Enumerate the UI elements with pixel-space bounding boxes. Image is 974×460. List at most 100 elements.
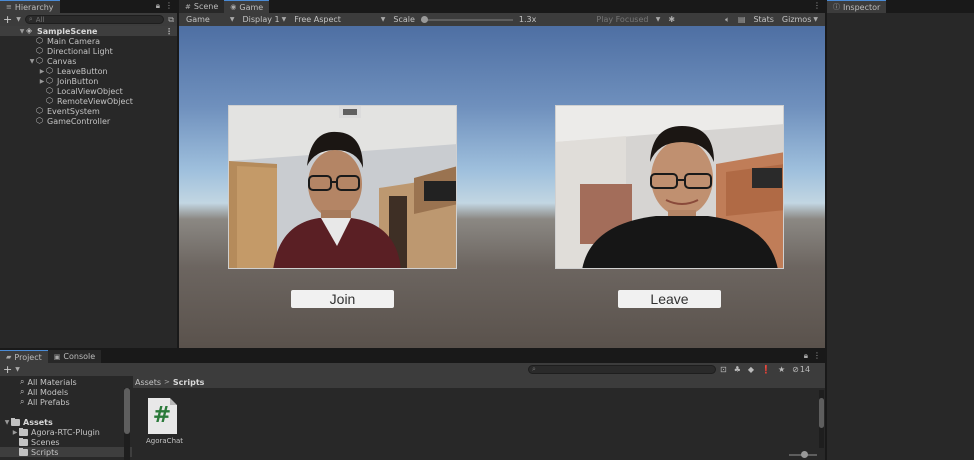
inspector-panel: ⓘ Inspector — [827, 0, 974, 460]
project-search-input[interactable]: ⌕ — [528, 365, 716, 374]
create-asset-button[interactable]: + — [3, 363, 12, 376]
join-button[interactable]: Join — [291, 290, 394, 308]
play-focused-dropdown[interactable]: Play Focused ▼ — [592, 15, 664, 24]
tree-item-label: EventSystem — [47, 106, 100, 116]
scene-menu-icon[interactable]: ⋮ — [165, 27, 173, 36]
gizmos-dropdown[interactable]: Gizmos ▼ — [778, 15, 822, 24]
search-by-type-icon[interactable]: ⊡ — [720, 365, 727, 374]
search-filter-icon[interactable]: ⧉ — [168, 15, 174, 25]
chevron-down-icon: ▼ — [655, 16, 661, 23]
expand-arrow-icon[interactable]: ▼ — [3, 419, 11, 426]
tab-inspector-label: Inspector — [843, 2, 881, 12]
local-video-frame — [229, 106, 456, 268]
tree-item-samplescene[interactable]: ▼ ◈ SampleScene ⋮ — [0, 26, 177, 36]
display-dropdown[interactable]: Display 1 ▼ — [238, 15, 290, 24]
game-render-area[interactable]: Join Leave — [179, 26, 825, 348]
lock-icon[interactable]: 🔒︎ — [804, 351, 808, 361]
asset-browser-scrollbar[interactable] — [819, 390, 824, 448]
tree-item-eventsystem[interactable]: ⬡ EventSystem — [0, 106, 177, 116]
tree-item-main-camera[interactable]: ⬡ Main Camera — [0, 36, 177, 46]
tree-item-label: GameController — [47, 116, 111, 126]
chevron-down-icon[interactable]: ▼ — [15, 366, 20, 373]
stats-button[interactable]: Stats — [749, 15, 777, 24]
lock-icon[interactable]: 🔒︎ — [156, 1, 160, 11]
project-filter-icons: ⊡ ♣ ◆ ❗ ★ ⊘ 14 — [720, 365, 810, 374]
icon-size-slider[interactable] — [789, 451, 817, 458]
gameobject-icon: ⬡ — [36, 46, 43, 55]
favorite-all-materials[interactable]: ⌕ All Materials — [0, 377, 132, 387]
gameobject-icon: ⬡ — [46, 66, 53, 75]
breadcrumb-scripts[interactable]: Scripts — [173, 378, 205, 387]
tab-console[interactable]: ▣ Console — [47, 350, 102, 363]
folder-agora-rtc-plugin[interactable]: ▶ Agora-RTC-Plugin — [0, 427, 132, 437]
folder-assets[interactable]: ▼ Assets — [0, 417, 132, 427]
hidden-packages-icon[interactable]: ⊘ — [792, 365, 799, 374]
tree-item-label: LeaveButton — [57, 66, 108, 76]
game-view-toolbar: Game ▼ Display 1 ▼ Free Aspect ▼ Scale 1… — [179, 13, 825, 26]
display-value: Display 1 — [242, 15, 280, 24]
tag-icon[interactable]: ◆ — [748, 365, 754, 374]
bug-icon[interactable]: ✱ — [664, 15, 679, 24]
hierarchy-search-input[interactable]: ⌕ All — [24, 15, 165, 24]
star-icon[interactable]: ★ — [778, 365, 785, 374]
tab-hierarchy[interactable]: ≡ Hierarchy — [0, 0, 60, 13]
expand-arrow-icon[interactable]: ▼ — [28, 58, 36, 65]
folder-label: Scenes — [31, 437, 60, 447]
folder-label: Scripts — [31, 447, 59, 457]
scale-slider[interactable] — [420, 15, 513, 23]
expand-arrow-icon[interactable]: ▼ — [18, 28, 26, 35]
more-menu-icon[interactable]: ⋮ — [165, 1, 173, 11]
favorite-all-models[interactable]: ⌕ All Models — [0, 387, 132, 397]
collapse-arrow-icon[interactable]: ▶ — [11, 429, 19, 436]
tree-item-localviewobject[interactable]: ⬡ LocalViewObject — [0, 86, 177, 96]
alert-icon[interactable]: ❗ — [761, 365, 771, 374]
tab-inspector[interactable]: ⓘ Inspector — [827, 0, 887, 13]
add-object-button[interactable]: + — [3, 13, 12, 26]
gameobject-icon: ⬡ — [46, 96, 53, 105]
scale-slider-knob[interactable] — [420, 15, 428, 23]
breadcrumb-assets[interactable]: Assets — [135, 378, 161, 387]
mute-audio-icon[interactable]: 🔈︎ — [721, 15, 734, 25]
collapse-arrow-icon[interactable]: ▶ — [38, 68, 46, 75]
tree-item-label: Directional Light — [47, 46, 113, 56]
tree-item-gamecontroller[interactable]: ⬡ GameController — [0, 116, 177, 126]
tab-project[interactable]: ▰ Project — [0, 350, 48, 363]
collapse-arrow-icon[interactable]: ▶ — [38, 78, 46, 85]
search-icon: ⌕ — [20, 377, 25, 386]
more-menu-icon[interactable]: ⋮ — [813, 351, 821, 361]
tab-game-label: Game — [239, 2, 264, 12]
folder-tree-scrollbar[interactable] — [124, 388, 130, 460]
scrollbar-thumb[interactable] — [819, 398, 824, 428]
more-menu-icon[interactable]: ⋮ — [813, 1, 821, 10]
hierarchy-panel: ≡ Hierarchy 🔒︎ ⋮ + ▼ ⌕ All ⧉ ▼ ◈ SampleS… — [0, 0, 177, 348]
search-by-label-icon[interactable]: ♣ — [734, 365, 741, 374]
keyboard-icon[interactable]: ▤ — [734, 15, 750, 24]
folder-icon — [19, 447, 28, 456]
tree-item-label: SampleScene — [37, 26, 98, 36]
tree-item-remoteviewobject[interactable]: ⬡ RemoteViewObject — [0, 96, 177, 106]
chevron-down-icon[interactable]: ▼ — [16, 16, 21, 23]
folder-scripts[interactable]: Scripts — [0, 447, 132, 457]
project-toolbar: + ▼ ⌕ ⊡ ♣ ◆ ❗ ★ ⊘ 14 — [0, 363, 825, 376]
folder-scenes[interactable]: Scenes — [0, 437, 132, 447]
icon-size-slider-knob[interactable] — [801, 451, 808, 458]
asset-agorachat[interactable]: # AgoraChat — [146, 398, 183, 445]
search-icon: ⌕ — [28, 15, 33, 23]
favorite-all-prefabs[interactable]: ⌕ All Prefabs — [0, 397, 132, 407]
tab-game[interactable]: ◉ Game — [224, 0, 270, 13]
folder-icon — [19, 437, 28, 446]
hidden-packages-count: 14 — [799, 365, 811, 374]
aspect-dropdown[interactable]: Free Aspect ▼ — [290, 15, 389, 24]
tree-item-joinbutton[interactable]: ▶ ⬡ JoinButton — [0, 76, 177, 86]
tree-item-directional-light[interactable]: ⬡ Directional Light — [0, 46, 177, 56]
hierarchy-tab-menu: 🔒︎ ⋮ — [156, 1, 173, 11]
leave-button[interactable]: Leave — [618, 290, 721, 308]
tree-item-canvas[interactable]: ▼ ⬡ Canvas — [0, 56, 177, 66]
gameobject-icon: ⬡ — [36, 56, 43, 65]
remote-view-video — [555, 105, 784, 269]
scrollbar-thumb[interactable] — [124, 388, 130, 434]
game-view-panel: # Scene ◉ Game ⋮ Game ▼ Display 1 ▼ Free… — [179, 0, 825, 348]
game-mode-dropdown[interactable]: Game ▼ — [182, 15, 238, 24]
tab-scene[interactable]: # Scene — [179, 0, 225, 13]
tree-item-leavebutton[interactable]: ▶ ⬡ LeaveButton — [0, 66, 177, 76]
